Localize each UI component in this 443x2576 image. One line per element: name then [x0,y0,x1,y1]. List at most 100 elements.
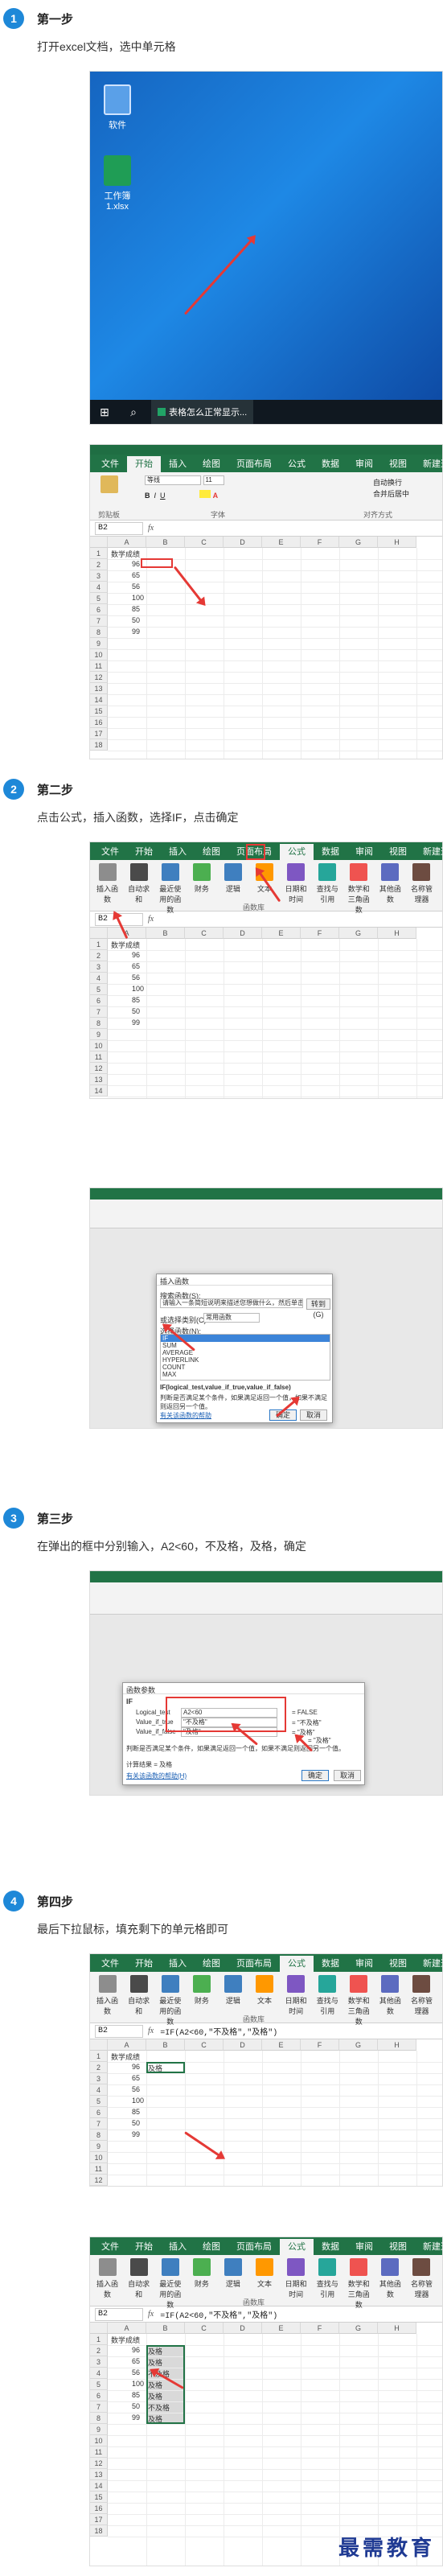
fx-icon[interactable]: fx [148,915,154,924]
row-header[interactable]: 4 [90,2368,108,2379]
column-header[interactable]: C [185,2323,224,2334]
column-header[interactable]: F [301,2323,339,2334]
row-header[interactable]: 7 [90,2118,108,2130]
formula-ribbon-button[interactable]: 其他函数 [376,1975,404,2016]
row-header[interactable]: 9 [90,638,108,649]
column-header[interactable]: D [224,2323,262,2334]
row-header[interactable]: 17 [90,728,108,739]
worksheet-grid[interactable]: A B C D E F G H 1 2 3 4 5 6 7 8 9 10 11 12 数学成绩 96 及格 65 56 100 85… [90,2039,442,2186]
score-cell[interactable]: 56 [132,973,140,981]
score-cell[interactable]: 65 [132,962,140,970]
column-header[interactable]: G [339,2039,378,2051]
function-list-item[interactable]: IF [161,1335,330,1342]
row-header[interactable]: 5 [90,2096,108,2107]
tab-8[interactable]: 视图 [381,844,415,860]
row-header[interactable]: 1 [90,548,108,559]
formula-ribbon-button[interactable]: 文本 [250,2258,278,2289]
column-header[interactable]: H [378,2039,416,2051]
row-header[interactable]: 6 [90,604,108,615]
row-header[interactable]: 6 [90,2390,108,2401]
row-header[interactable]: 11 [90,660,108,672]
score-cell[interactable]: 100 [132,2097,144,2105]
tab-4[interactable]: 页面布局 [228,456,280,472]
formula-ribbon-button[interactable]: 财务 [187,2258,215,2289]
row-header[interactable]: 11 [90,1051,108,1063]
tab-9[interactable]: 新建选项卡 [415,456,442,472]
function-list-item[interactable]: HYPERLINK [161,1356,330,1364]
row-header[interactable]: 8 [90,627,108,638]
tab-2[interactable]: 插入 [161,456,195,472]
header-cell[interactable]: 数学成绩 [111,2051,140,2062]
help-link[interactable]: 有关该函数的帮助(H) [126,1772,187,1780]
column-header[interactable]: F [301,2039,339,2051]
tab-1[interactable]: 开始 [127,844,161,860]
tab-2[interactable]: 插入 [161,1956,195,1972]
row-header[interactable]: 1 [90,939,108,950]
tab-5[interactable]: 公式 [280,2239,314,2255]
row-header[interactable]: 10 [90,2435,108,2446]
tab-0[interactable]: 文件 [93,2239,127,2255]
row-header[interactable]: 1 [90,2051,108,2062]
column-header[interactable]: A [108,2039,146,2051]
score-cell[interactable]: 50 [132,2402,140,2410]
function-list-item[interactable]: AVERAGE [161,1349,330,1356]
column-header[interactable]: B [146,537,185,548]
row-header[interactable]: 2 [90,559,108,570]
column-header[interactable]: B [146,2039,185,2051]
tab-6[interactable]: 数据 [314,844,347,860]
name-box[interactable]: B2 [95,521,143,535]
function-list-item[interactable]: COUNT [161,1364,330,1371]
formula-ribbon-button[interactable]: 最近使用的函数 [156,863,184,915]
row-header[interactable]: 14 [90,2480,108,2492]
select-all-corner[interactable] [90,928,108,939]
ok-button[interactable]: 确定 [301,1770,329,1781]
row-header[interactable]: 2 [90,2062,108,2073]
column-header[interactable]: D [224,2039,262,2051]
font-color-icon[interactable]: A [213,492,219,500]
row-header[interactable]: 9 [90,1029,108,1040]
row-header[interactable]: 12 [90,2175,108,2186]
header-cell[interactable]: 数学成绩 [111,2335,140,2345]
formula-ribbon-button[interactable]: 名称管理器 [408,863,436,904]
row-header[interactable]: 8 [90,1018,108,1029]
formula-ribbon-button[interactable]: 查找与引用 [314,863,342,904]
score-cell[interactable]: 99 [132,1018,140,1027]
taskbar-app[interactable]: 表格怎么正常显示... [151,400,254,424]
column-header[interactable]: H [378,2323,416,2334]
function-search-input[interactable]: 请输入一条简短说明来描述您想做什么，然后单击"转到" [160,1298,303,1308]
score-cell[interactable]: 56 [132,2368,140,2376]
row-header[interactable]: 15 [90,2492,108,2503]
row-header[interactable]: 12 [90,672,108,683]
column-header[interactable]: E [262,2039,301,2051]
worksheet-grid[interactable]: A B C D E F G H 1 2 3 4 5 6 7 8 9 10 11 12 13 14 15 16 17 18 数学成绩 9… [90,537,442,759]
row-header[interactable]: 7 [90,1006,108,1018]
row-header[interactable]: 7 [90,2401,108,2413]
paste-button[interactable] [93,475,125,496]
tab-3[interactable]: 绘图 [195,844,228,860]
tab-7[interactable]: 审阅 [347,2239,381,2255]
score-cell[interactable]: 99 [132,2130,140,2138]
italic-button[interactable]: I [154,492,157,500]
score-cell[interactable]: 50 [132,2119,140,2127]
row-header[interactable]: 3 [90,2356,108,2368]
fx-icon[interactable]: fx [148,2310,154,2319]
tab-5[interactable]: 公式 [280,456,314,472]
column-header[interactable]: F [301,537,339,548]
font-size-select[interactable]: 11 [203,475,224,485]
search-icon[interactable]: ⌕ [119,400,148,424]
tab-6[interactable]: 数据 [314,1956,347,1972]
row-header[interactable]: 18 [90,2525,108,2537]
tab-5[interactable]: 公式 [280,844,314,860]
tab-3[interactable]: 绘图 [195,2239,228,2255]
row-header[interactable]: 6 [90,995,108,1006]
function-list-item[interactable]: MAX [161,1371,330,1378]
worksheet-grid[interactable]: A B C D E F G H 1 2 3 4 5 6 7 8 9 10 11 12 13 14 15 16 17 18 数学成绩 9… [90,2323,442,2566]
row-header[interactable]: 3 [90,961,108,973]
header-cell[interactable]: 数学成绩 [111,549,140,559]
row-header[interactable]: 8 [90,2130,108,2141]
row-header[interactable]: 14 [90,1085,108,1097]
windows-start-icon[interactable]: ⊞ [90,400,119,424]
formula-ribbon-button[interactable]: 插入函数 [93,863,121,904]
row-header[interactable]: 10 [90,649,108,660]
formula-ribbon-button[interactable]: 数学和三角函数 [345,2258,373,2310]
